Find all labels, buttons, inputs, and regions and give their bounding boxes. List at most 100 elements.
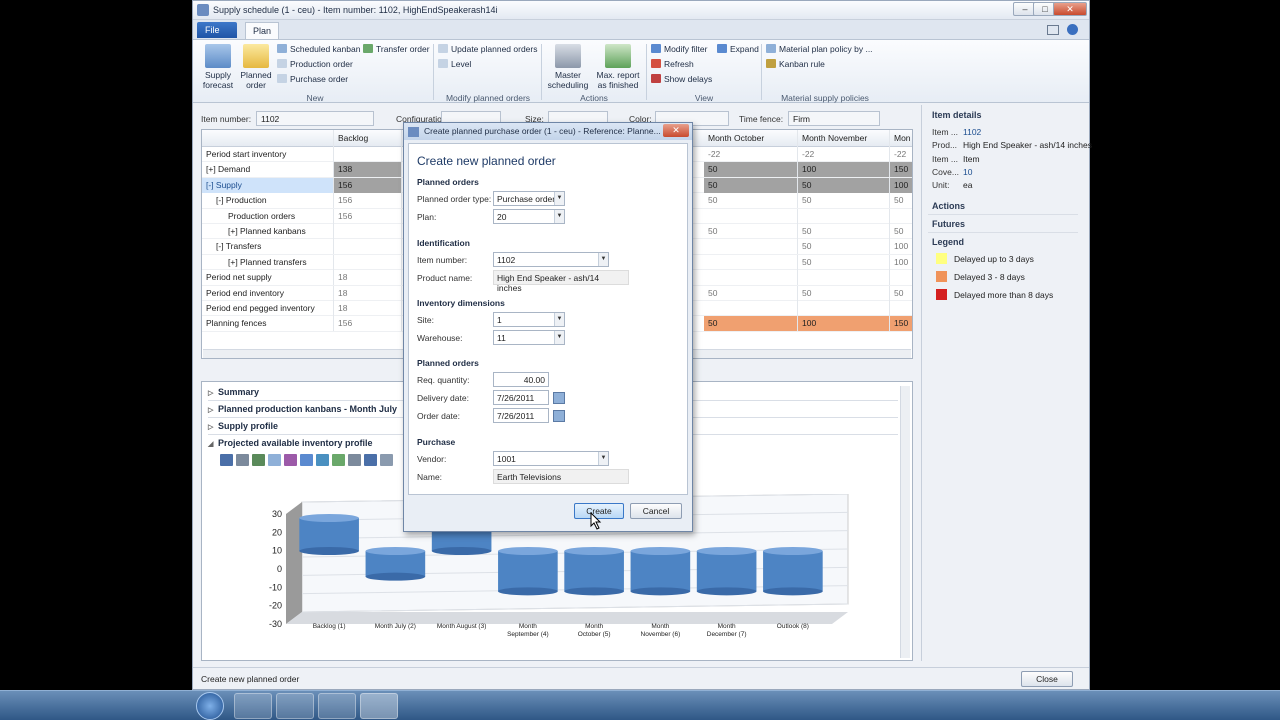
nov-cell: 50 [798, 285, 890, 301]
detail-row: Item ... 1102 [932, 127, 982, 137]
nov-cell: 100 [798, 316, 890, 332]
format-icon[interactable] [364, 454, 377, 466]
section-summary[interactable]: ▷ Summary [208, 387, 259, 397]
chart-bar-base [299, 547, 359, 555]
tab-plan[interactable]: Plan [245, 22, 279, 40]
backlog-cell: 18 [334, 300, 402, 316]
rotate-icon[interactable] [300, 454, 313, 466]
section-kanbans[interactable]: ▷ Planned production kanbans - Month July [208, 404, 397, 414]
update-planned-orders-button[interactable]: Update planned orders [438, 44, 537, 55]
scheduled-kanban-button[interactable]: Scheduled kanban [277, 44, 360, 55]
app-icon [197, 4, 209, 16]
chevron-down-icon: ▼ [554, 331, 564, 344]
delivery-date-input[interactable]: 7/26/2011 [493, 390, 549, 405]
color-icon[interactable] [284, 454, 297, 466]
ribbon-separator [433, 44, 434, 100]
production-order-button[interactable]: Production order [277, 59, 353, 70]
chevron-down-icon: ▼ [598, 452, 608, 465]
help-icon[interactable] [1067, 24, 1078, 35]
file-tab[interactable]: File [197, 22, 237, 38]
column-header[interactable]: Backlog [334, 130, 402, 147]
warehouse-select[interactable]: 11 ▼ [493, 330, 565, 345]
start-button[interactable] [196, 692, 224, 720]
planned-order-button[interactable]: Planned order [239, 44, 273, 90]
order-date-input[interactable]: 7/26/2011 [493, 408, 549, 423]
transfer-order-button[interactable]: Transfer order [363, 44, 430, 55]
mon-cell: 50 [890, 286, 912, 301]
ribbon-separator [761, 44, 762, 100]
level-button[interactable]: Level [438, 59, 471, 70]
nov-cell [798, 300, 890, 316]
print-icon[interactable] [236, 454, 249, 466]
layout-icon[interactable] [1047, 25, 1059, 35]
vendor-select[interactable]: 1001 ▼ [493, 451, 609, 466]
column-header[interactable]: Mon [890, 130, 912, 147]
cancel-button[interactable]: Cancel [630, 503, 682, 519]
kanban-icon [277, 44, 287, 53]
panel-vertical-scrollbar[interactable] [900, 386, 910, 658]
actions-header[interactable]: Actions [932, 201, 965, 211]
item-number-select[interactable]: 1102 ▼ [493, 252, 609, 267]
nov-cell: 50 [798, 193, 890, 209]
backlog-cell: 18 [334, 285, 402, 301]
plan-select[interactable]: 20 ▼ [493, 209, 565, 224]
section-projected[interactable]: ◢ Projected available inventory profile [208, 438, 373, 448]
chart-icon[interactable] [332, 454, 345, 466]
oct-cell: 50 [704, 223, 798, 239]
taskbar-outlook-icon[interactable] [318, 693, 356, 719]
oct-cell: 50 [704, 316, 798, 332]
save-icon[interactable] [220, 454, 233, 466]
calendar-icon[interactable] [553, 410, 565, 422]
item-details-header[interactable]: Item details [932, 110, 982, 120]
chart-type-icon[interactable] [252, 454, 265, 466]
refresh-button[interactable]: Refresh [651, 59, 694, 70]
show-delays-button[interactable]: Show delays [651, 74, 712, 85]
calendar-icon[interactable] [553, 392, 565, 404]
column-header[interactable]: Month October [704, 130, 798, 147]
supply-forecast-button[interactable]: Supply forecast [201, 44, 235, 90]
column-header[interactable]: Month November [798, 130, 890, 147]
options-icon[interactable] [380, 454, 393, 466]
item-number-field[interactable]: 1102 [256, 111, 374, 126]
mon-cell: 100 [890, 255, 912, 270]
column-header[interactable] [202, 130, 334, 147]
product-name-label: Product name: [417, 273, 473, 283]
data-icon[interactable] [268, 454, 281, 466]
taskbar-dynamics-icon[interactable] [360, 693, 398, 719]
max-report-button[interactable]: Max. report as finished [595, 44, 641, 90]
site-select[interactable]: 1 ▼ [493, 312, 565, 327]
oct-cell: 50 [704, 285, 798, 301]
master-scheduling-button[interactable]: Master scheduling [545, 44, 591, 90]
kanban-rule-button[interactable]: Kanban rule [766, 59, 825, 70]
time-fence-field[interactable]: Firm [788, 111, 880, 126]
legend-header[interactable]: Legend [932, 237, 964, 247]
purchase-order-button[interactable]: Purchase order [277, 74, 348, 85]
x-tick-label: Month November (6) [641, 623, 681, 638]
material-plan-policy-button[interactable]: Material plan policy by ... [766, 44, 873, 55]
axis-icon[interactable] [316, 454, 329, 466]
dialog-close-button[interactable]: ✕ [663, 124, 689, 137]
section-supply-profile[interactable]: ▷ Supply profile [208, 421, 278, 431]
grid-icon[interactable] [348, 454, 361, 466]
nov-cell: 50 [798, 239, 890, 255]
modify-filter-button[interactable]: Modify filter [651, 44, 707, 55]
expand-button[interactable]: Expand [717, 44, 759, 55]
status-bar: Create new planned order Close [193, 667, 1089, 689]
group-new-label: New [306, 93, 324, 103]
req-quantity-input[interactable]: 40.00 [493, 372, 549, 387]
legend-swatch [936, 271, 947, 282]
chart-bar-cap [696, 547, 757, 555]
window-close-button[interactable]: ✕ [1053, 2, 1087, 16]
item-number-label: Item number: [417, 255, 468, 265]
close-button[interactable]: Close [1021, 671, 1073, 687]
taskbar-browser-icon[interactable] [234, 693, 272, 719]
planned-order-type-select[interactable]: Purchase order ▼ [493, 191, 565, 206]
window-title: Supply schedule (1 - ceu) - Item number:… [213, 5, 498, 15]
row-label: Planning fences [202, 316, 334, 332]
info-pane: Item details Item ... 1102 Prod... High En… [921, 105, 1092, 661]
oct-cell [704, 254, 798, 270]
row-label: [+] Planned transfers [202, 254, 334, 270]
taskbar-explorer-icon[interactable] [276, 693, 314, 719]
mon-cell [890, 301, 912, 316]
futures-header[interactable]: Futures [932, 219, 965, 229]
